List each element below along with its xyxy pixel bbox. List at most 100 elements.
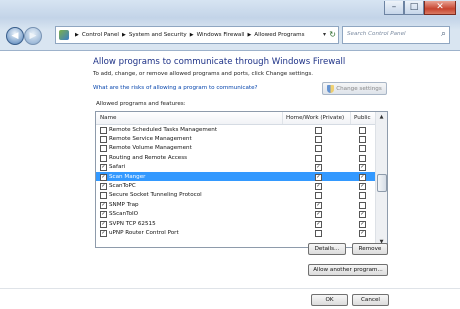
minimize-button[interactable]: – <box>384 1 404 15</box>
maximize-button[interactable]: □ <box>404 1 424 15</box>
enable-checkbox[interactable]: ✓ <box>100 201 107 209</box>
change-settings-label: Change settings <box>336 85 382 92</box>
cancel-button[interactable]: Cancel <box>352 294 389 306</box>
column-name[interactable]: Name <box>100 115 117 121</box>
column-divider[interactable] <box>350 112 351 124</box>
list-item[interactable]: Remote Volume Management <box>96 144 377 153</box>
public-checkbox[interactable] <box>359 145 366 153</box>
public-checkbox[interactable]: ✓ <box>359 173 366 181</box>
enable-checkbox[interactable] <box>100 192 107 200</box>
list-item[interactable]: ✓ uPNP Router Control Port ✓ <box>96 228 377 237</box>
breadcrumb-system-security[interactable]: System and Security <box>129 32 187 38</box>
address-bar[interactable]: ▶ Control Panel ▶ System and Security ▶ … <box>55 26 339 44</box>
program-name: Routing and Remote Access <box>109 154 188 161</box>
public-checkbox[interactable] <box>359 135 366 143</box>
public-checkbox[interactable] <box>359 192 366 200</box>
home-work-checkbox[interactable] <box>315 126 322 134</box>
list-item[interactable]: ✓ Safari ✓ ✓ <box>96 163 377 172</box>
public-checkbox[interactable] <box>359 201 366 209</box>
list-header: Name Home/Work (Private) Public <box>96 112 377 125</box>
home-work-checkbox[interactable] <box>315 154 322 162</box>
forward-button[interactable]: ▶ <box>24 27 42 45</box>
enable-checkbox[interactable]: ✓ <box>100 211 107 219</box>
home-work-checkbox[interactable]: ✓ <box>315 201 322 209</box>
list-item[interactable]: Remote Scheduled Tasks Management <box>96 125 377 134</box>
footer-divider <box>0 288 460 289</box>
program-name: Safari <box>109 164 126 171</box>
column-divider[interactable] <box>282 112 283 124</box>
scroll-thumb[interactable] <box>377 174 387 192</box>
back-button[interactable]: ◀ <box>6 27 24 45</box>
enable-checkbox[interactable] <box>100 126 107 134</box>
enable-checkbox[interactable] <box>100 145 107 153</box>
breadcrumb: ▶ Control Panel ▶ System and Security ▶ … <box>72 27 305 43</box>
firewall-window: – □ ✕ ◀ ▶ ▶ Control Panel ▶ System and S… <box>0 0 460 309</box>
program-name: SScanToIO <box>109 211 139 218</box>
search-icon[interactable]: ⌕ <box>441 29 446 39</box>
enable-checkbox[interactable]: ✓ <box>100 173 107 181</box>
allowed-programs-list[interactable]: Name Home/Work (Private) Public Remote S… <box>95 111 388 248</box>
refresh-icon[interactable]: ↻ <box>329 30 336 39</box>
list-scrollbar[interactable]: ▲ ▼ <box>375 112 387 247</box>
home-work-checkbox[interactable] <box>315 145 322 153</box>
list-item[interactable]: ✓ SVPN TCP 62515 ✓ ✓ <box>96 219 377 228</box>
risks-link[interactable]: What are the risks of allowing a program… <box>93 85 258 91</box>
home-work-checkbox[interactable]: ✓ <box>315 182 322 190</box>
home-work-checkbox[interactable] <box>315 135 322 143</box>
allow-another-program-button[interactable]: Allow another program... <box>308 264 388 276</box>
column-home-work[interactable]: Home/Work (Private) <box>286 115 344 121</box>
breadcrumb-separator-icon[interactable]: ▶ <box>122 32 126 38</box>
list-item[interactable]: Secure Socket Tunneling Protocol <box>96 191 377 200</box>
program-name: SNMP Trap <box>109 201 139 208</box>
address-dropdown-icon[interactable]: ▾ <box>323 31 326 38</box>
remove-button[interactable]: Remove <box>352 243 388 255</box>
list-item[interactable]: Remote Service Management <box>96 134 377 143</box>
breadcrumb-allowed-programs[interactable]: Allowed Programs <box>254 32 304 38</box>
column-public[interactable]: Public <box>354 115 371 121</box>
close-button[interactable]: ✕ <box>424 1 456 15</box>
public-checkbox[interactable]: ✓ <box>359 164 366 172</box>
list-item[interactable]: Routing and Remote Access <box>96 153 377 162</box>
home-work-checkbox[interactable] <box>315 229 322 237</box>
page-title: Allow programs to communicate through Wi… <box>93 57 346 67</box>
list-item[interactable]: ✓ Scan Manger ✓ ✓ <box>96 171 377 182</box>
breadcrumb-separator-icon[interactable]: ▶ <box>247 32 251 38</box>
home-work-checkbox[interactable]: ✓ <box>315 164 322 172</box>
enable-checkbox[interactable]: ✓ <box>100 229 107 237</box>
ok-button[interactable]: OK <box>311 294 348 306</box>
enable-checkbox[interactable]: ✓ <box>100 164 107 172</box>
enable-checkbox[interactable] <box>100 135 107 143</box>
public-checkbox[interactable]: ✓ <box>359 211 366 219</box>
program-name: Secure Socket Tunneling Protocol <box>109 192 202 199</box>
public-checkbox[interactable]: ✓ <box>359 182 366 190</box>
home-work-checkbox[interactable] <box>315 192 322 200</box>
navigation-bar: ◀ ▶ ▶ Control Panel ▶ System and Securit… <box>0 20 460 50</box>
list-item[interactable]: ✓ SNMP Trap ✓ <box>96 200 377 209</box>
details-button[interactable]: Details... <box>308 243 346 255</box>
home-work-checkbox[interactable]: ✓ <box>315 173 322 181</box>
public-checkbox[interactable]: ✓ <box>359 229 366 237</box>
list-item[interactable]: ✓ SScanToIO ✓ ✓ <box>96 210 377 219</box>
breadcrumb-separator-icon[interactable]: ▶ <box>190 32 194 38</box>
window-controls: – □ ✕ <box>384 1 456 15</box>
program-name: uPNP Router Control Port <box>109 229 179 236</box>
program-name: Remote Service Management <box>109 135 192 142</box>
main-content: Allow programs to communicate through Wi… <box>0 50 460 309</box>
public-checkbox[interactable]: ✓ <box>359 220 366 228</box>
change-settings-button[interactable]: Change settings <box>322 82 387 95</box>
search-input[interactable]: Search Control Panel ⌕ <box>342 26 450 44</box>
enable-checkbox[interactable]: ✓ <box>100 182 107 190</box>
home-work-checkbox[interactable]: ✓ <box>315 220 322 228</box>
breadcrumb-separator-icon: ▶ <box>75 32 79 38</box>
home-work-checkbox[interactable]: ✓ <box>315 211 322 219</box>
public-checkbox[interactable] <box>359 126 366 134</box>
public-checkbox[interactable] <box>359 154 366 162</box>
scroll-up-icon[interactable]: ▲ <box>376 112 387 122</box>
search-placeholder: Search Control Panel <box>347 31 406 37</box>
breadcrumb-control-panel[interactable]: Control Panel <box>82 32 119 38</box>
program-name: Remote Scheduled Tasks Management <box>109 126 218 133</box>
enable-checkbox[interactable] <box>100 154 107 162</box>
list-item[interactable]: ✓ ScanToPC ✓ ✓ <box>96 181 377 190</box>
enable-checkbox[interactable]: ✓ <box>100 220 107 228</box>
breadcrumb-windows-firewall[interactable]: Windows Firewall <box>197 32 245 38</box>
